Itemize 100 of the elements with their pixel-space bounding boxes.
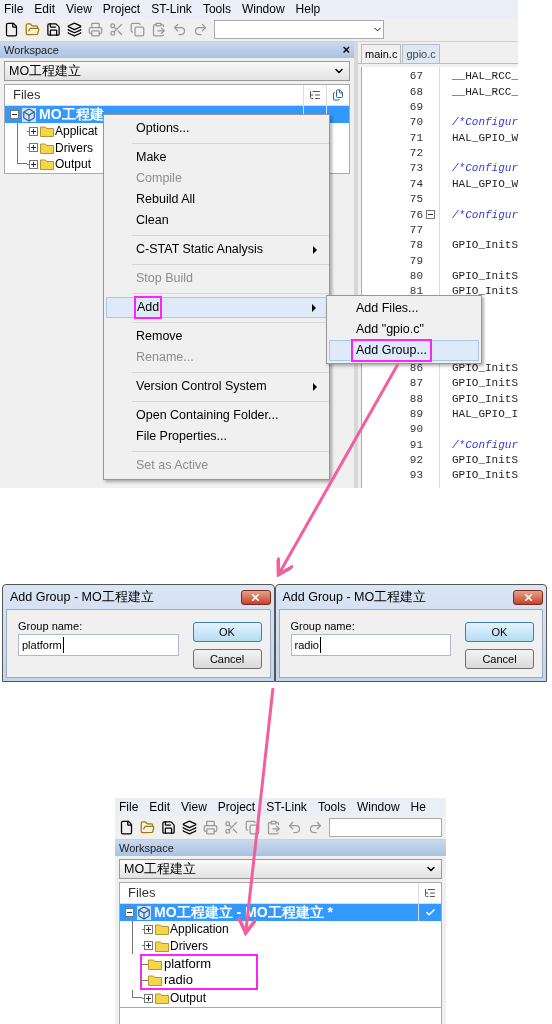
- tree-line: [132, 990, 142, 998]
- menu-item[interactable]: ST-Link: [266, 798, 307, 816]
- open-folder-icon[interactable]: [25, 22, 40, 37]
- menu-label: Remove: [136, 328, 183, 346]
- expand-icon[interactable]: [29, 159, 38, 169]
- ok-button[interactable]: OK: [192, 622, 262, 642]
- save-icon[interactable]: [161, 820, 176, 835]
- editor-tab[interactable]: gpio.c: [402, 44, 440, 63]
- save-icon[interactable]: [46, 22, 61, 37]
- menu-option[interactable]: Rebuild All: [106, 189, 327, 210]
- folder-icon: [155, 923, 169, 936]
- menu-option[interactable]: File Properties...: [106, 426, 327, 447]
- dialog-title: Add Group - MO工程建立: [282, 588, 427, 606]
- menu-option[interactable]: Options...: [106, 118, 327, 139]
- folder-icon: [155, 992, 169, 1005]
- tree-item[interactable]: Drivers: [55, 138, 93, 157]
- menu-label: Rebuild All: [136, 191, 196, 209]
- menu-label: Compile: [136, 170, 182, 188]
- code-line: __HAL_RCC_: [452, 84, 518, 100]
- menu-item[interactable]: Edit: [149, 798, 171, 816]
- code-line: HAL_GPIO_I: [452, 407, 518, 422]
- line-number: 90: [409, 422, 423, 438]
- group-name-field[interactable]: radio: [290, 634, 451, 656]
- close-button[interactable]: ×: [342, 43, 350, 57]
- code-line: __HAL_RCC_: [452, 69, 518, 85]
- save-all-icon[interactable]: [182, 820, 197, 835]
- project-select[interactable]: MO工程建立: [4, 61, 350, 81]
- expand-icon[interactable]: [144, 941, 153, 951]
- menu-item[interactable]: File: [4, 0, 24, 18]
- code-line: GPIO_InitS: [452, 284, 518, 300]
- tree-item[interactable]: Application: [170, 920, 229, 939]
- workspace-title: Workspace: [119, 840, 174, 856]
- code-line: GPIO_InitS: [452, 453, 518, 468]
- save-all-icon[interactable]: [67, 22, 82, 37]
- folder-icon: [40, 141, 54, 154]
- line-number: 87: [409, 376, 423, 392]
- menu-item[interactable]: View: [66, 0, 92, 18]
- new-file-icon[interactable]: [119, 820, 134, 835]
- menu-label: C-STAT Static Analysis: [136, 241, 264, 259]
- menu-item[interactable]: View: [181, 798, 207, 816]
- close-button[interactable]: [240, 589, 271, 605]
- menu-option[interactable]: Add: [106, 297, 327, 318]
- line-number: 76: [409, 207, 423, 223]
- menu-option[interactable]: Add "gpio.c": [329, 319, 479, 340]
- editor-tab[interactable]: main.c: [361, 44, 402, 63]
- expand-icon[interactable]: [29, 143, 38, 153]
- menu-item[interactable]: Project: [102, 0, 141, 18]
- group-name-field[interactable]: platform: [18, 634, 179, 656]
- collapse-icon[interactable]: [426, 210, 435, 220]
- files-icon[interactable]: [332, 89, 344, 101]
- project-icon: [137, 905, 151, 920]
- expand-icon[interactable]: [29, 126, 38, 136]
- new-file-icon[interactable]: [4, 22, 19, 37]
- menu-item[interactable]: Help: [295, 0, 321, 18]
- menu-label: File Properties...: [136, 428, 227, 446]
- expand-icon[interactable]: [144, 924, 153, 934]
- menu-label: Make: [136, 149, 167, 167]
- menu-item[interactable]: Tools: [317, 798, 346, 816]
- tree-item[interactable]: Output: [170, 989, 207, 1008]
- menu-option[interactable]: C-STAT Static Analysis: [106, 239, 327, 260]
- line-number: 78: [409, 238, 423, 254]
- menu-option[interactable]: Clean: [106, 210, 327, 231]
- folder-icon: [148, 958, 162, 970]
- copy-icon[interactable]: [245, 820, 260, 835]
- code-comment: /*Configur: [452, 437, 518, 453]
- menu-item[interactable]: Edit: [34, 0, 56, 18]
- cancel-button[interactable]: Cancel: [465, 649, 534, 669]
- menu-item[interactable]: He: [410, 798, 426, 816]
- ok-button[interactable]: OK: [465, 622, 534, 642]
- list-icon[interactable]: [309, 89, 321, 101]
- tree-item[interactable]: Drivers: [170, 936, 208, 955]
- collapse-icon[interactable]: [10, 110, 19, 119]
- menu-item[interactable]: ST-Link: [151, 0, 192, 18]
- menu-item[interactable]: Window: [356, 798, 400, 816]
- menu-item[interactable]: Tools: [202, 0, 231, 18]
- line-number: 72: [409, 146, 423, 162]
- menu-item[interactable]: Project: [217, 798, 256, 816]
- open-folder-icon[interactable]: [140, 820, 155, 835]
- menu-option[interactable]: Open Containing Folder...: [106, 405, 327, 426]
- expand-icon[interactable]: [144, 993, 153, 1003]
- folder-icon: [40, 158, 54, 171]
- menu-item[interactable]: File: [119, 798, 139, 816]
- line-number: 92: [409, 453, 423, 468]
- tree-item[interactable]: Applicat: [55, 122, 98, 141]
- close-button[interactable]: [513, 589, 543, 605]
- code-line: HAL_GPIO_W: [452, 176, 518, 192]
- menu-option[interactable]: Make: [106, 147, 327, 168]
- menu-option[interactable]: Add Files...: [329, 298, 479, 319]
- line-number: 71: [409, 130, 423, 146]
- menu-option[interactable]: Version Control System: [106, 376, 327, 397]
- menu-label: Add Files...: [356, 300, 419, 318]
- project-select-value: MO工程建立: [9, 62, 82, 80]
- collapse-icon[interactable]: [125, 908, 134, 917]
- list-icon[interactable]: [424, 887, 436, 899]
- menu-option[interactable]: Remove: [106, 326, 327, 347]
- menu-option[interactable]: Add Group...: [329, 340, 479, 361]
- tree-item[interactable]: Output: [55, 155, 92, 174]
- cancel-button[interactable]: Cancel: [192, 649, 262, 669]
- menu-item[interactable]: Window: [241, 0, 285, 18]
- project-select[interactable]: MO工程建立: [119, 859, 442, 879]
